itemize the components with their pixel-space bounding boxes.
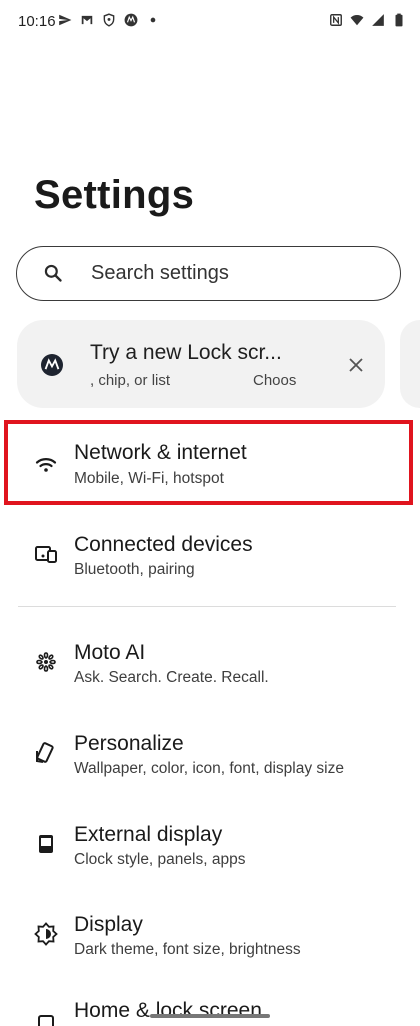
settings-item-display[interactable]: Display Dark theme, font size, brightnes…: [0, 900, 420, 980]
external-display-icon: [34, 832, 58, 856]
search-placeholder: Search settings: [91, 262, 229, 284]
suggestion-title: Try a new Lock scr...: [90, 341, 282, 364]
settings-item-home-lock-screen[interactable]: Home & lock screen: [0, 990, 420, 1026]
suggestion-subtitle: , chip, or list: [90, 372, 171, 389]
suggestion-card-next[interactable]: [400, 320, 420, 408]
send-icon: [58, 13, 72, 27]
settings-item-title: Display: [74, 913, 143, 936]
section-divider: [18, 606, 396, 607]
close-icon[interactable]: [348, 357, 364, 373]
search-icon: [43, 263, 63, 283]
status-left-icons: [58, 13, 160, 27]
devices-icon: [34, 542, 58, 566]
signal-icon: [371, 13, 385, 27]
suggestion-card[interactable]: Try a new Lock scr... , chip, or list Ch…: [17, 320, 385, 408]
display-icon: [34, 922, 58, 946]
status-bar: 10:16: [0, 0, 420, 44]
dot-icon: [146, 13, 160, 27]
settings-item-external-display[interactable]: External display Clock style, panels, ap…: [0, 810, 420, 890]
personalize-icon: [34, 741, 58, 765]
shield-icon: [102, 13, 116, 27]
battery-icon: [392, 13, 406, 27]
navigation-handle[interactable]: [150, 1014, 270, 1018]
nfc-icon: [329, 13, 343, 27]
settings-item-title: Personalize: [74, 732, 184, 755]
search-bar[interactable]: Search settings: [16, 246, 401, 301]
settings-item-personalize[interactable]: Personalize Wallpaper, color, icon, font…: [0, 719, 420, 799]
selection-highlight: [4, 420, 413, 505]
settings-item-title: Connected devices: [74, 533, 253, 556]
wifi-icon: [350, 13, 364, 27]
settings-item-title: External display: [74, 823, 223, 846]
settings-item-connected-devices[interactable]: Connected devices Bluetooth, pairing: [0, 520, 420, 600]
status-time: 10:16: [18, 13, 56, 30]
motorola-logo-icon: [41, 354, 63, 376]
settings-item-subtitle: Ask. Search. Create. Recall.: [74, 669, 269, 686]
page-title: Settings: [34, 173, 195, 217]
motorola-icon: [124, 13, 138, 27]
settings-item-subtitle: Dark theme, font size, brightness: [74, 941, 301, 958]
moto-ai-icon: [34, 650, 58, 674]
settings-item-title: Moto AI: [74, 641, 146, 664]
settings-item-subtitle: Wallpaper, color, icon, font, display si…: [74, 760, 344, 777]
settings-item-moto-ai[interactable]: Moto AI Ask. Search. Create. Recall.: [0, 628, 420, 708]
settings-item-subtitle: Clock style, panels, apps: [74, 851, 246, 868]
suggestion-subtitle-right: Choos: [253, 372, 297, 389]
status-right-icons: [329, 13, 406, 27]
gmail-icon: [80, 13, 94, 27]
settings-item-subtitle: Bluetooth, pairing: [74, 561, 195, 578]
settings-item-title: Home & lock screen: [74, 999, 262, 1022]
home-lock-icon: [34, 1014, 58, 1026]
